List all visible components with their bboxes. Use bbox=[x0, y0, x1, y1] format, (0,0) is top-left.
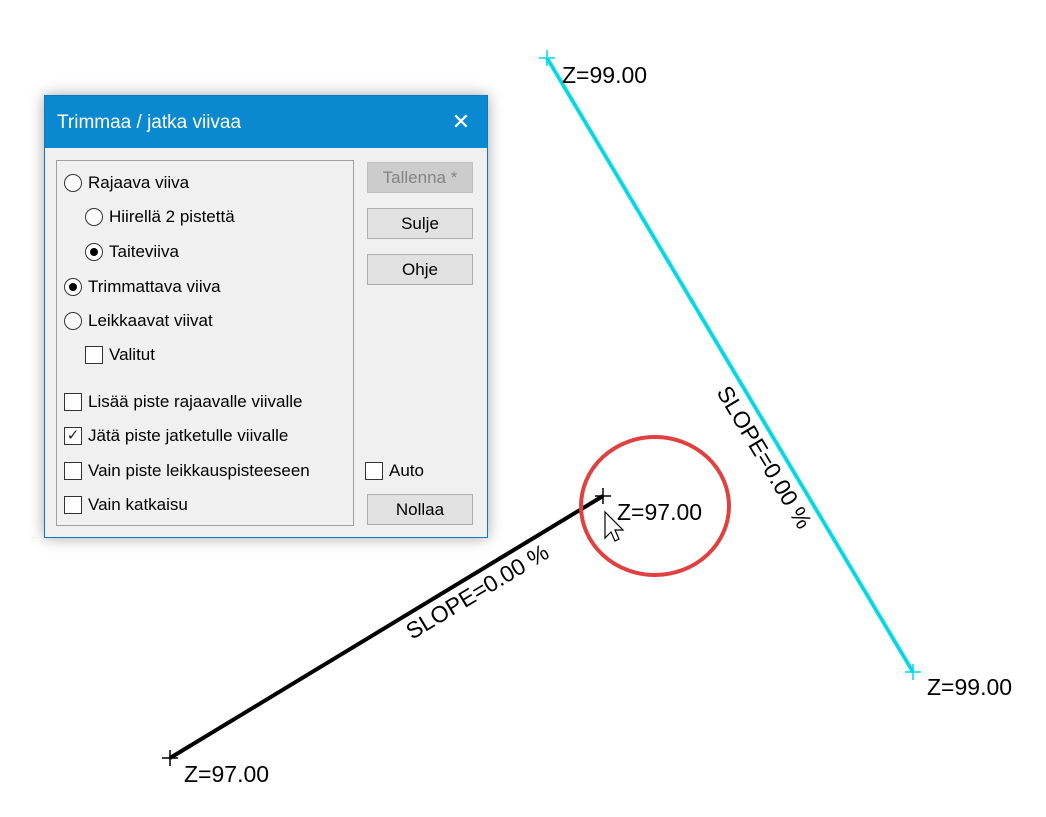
top-point-label: Z=99.00 bbox=[562, 62, 647, 88]
option-leikkaavat-viivat[interactable]: Leikkaavat viivat bbox=[64, 310, 213, 332]
checkmark-icon: ✓ bbox=[66, 427, 80, 444]
checkbox-lisaa-piste[interactable] bbox=[64, 393, 82, 411]
option-label: Vain piste leikkauspisteeseen bbox=[88, 461, 310, 480]
radio-rajaava-viiva[interactable] bbox=[64, 174, 82, 192]
option-label: Vain katkaisu bbox=[88, 495, 188, 514]
option-label: Auto bbox=[389, 461, 424, 480]
option-label: Hiirellä 2 pistettä bbox=[109, 207, 235, 226]
checkbox-jata-piste[interactable]: ✓ bbox=[64, 427, 82, 445]
dialog-title: Trimmaa / jatka viivaa bbox=[57, 112, 242, 133]
radio-trimmattava-viiva[interactable] bbox=[64, 278, 82, 296]
option-trimmattava-viiva[interactable]: Trimmattava viiva bbox=[64, 276, 221, 298]
option-jata-piste[interactable]: ✓ Jätä piste jatketulle viivalle bbox=[64, 425, 288, 447]
option-vain-piste[interactable]: Vain piste leikkauspisteeseen bbox=[64, 460, 310, 482]
start-point-label: Z=97.00 bbox=[184, 761, 269, 787]
option-vain-katkaisu[interactable]: Vain katkaisu bbox=[64, 494, 188, 516]
trim-extend-dialog: Trimmaa / jatka viivaa ✕ Rajaava viiva H… bbox=[44, 95, 488, 538]
option-valitut[interactable]: Valitut bbox=[85, 344, 155, 366]
selected-line-core bbox=[546, 57, 914, 673]
end-point-label: Z=97.00 bbox=[617, 499, 702, 525]
option-label: Taiteviiva bbox=[109, 242, 179, 261]
radio-hiirella-2-pistetta[interactable] bbox=[85, 208, 103, 226]
dialog-titlebar[interactable]: Trimmaa / jatka viivaa ✕ bbox=[45, 96, 487, 148]
checkbox-valitut[interactable] bbox=[85, 346, 103, 364]
checkbox-vain-katkaisu[interactable] bbox=[64, 496, 82, 514]
nollaa-button[interactable]: Nollaa bbox=[367, 494, 473, 525]
checkbox-vain-piste[interactable] bbox=[64, 462, 82, 480]
option-auto[interactable]: Auto bbox=[365, 460, 424, 482]
option-lisaa-piste[interactable]: Lisää piste rajaavalle viivalle bbox=[64, 391, 303, 413]
bottom-right-point-label: Z=99.00 bbox=[927, 674, 1012, 700]
option-taiteviiva[interactable]: Taiteviiva bbox=[85, 241, 179, 263]
option-label: Leikkaavat viivat bbox=[88, 311, 213, 330]
option-rajaava-viiva[interactable]: Rajaava viiva bbox=[64, 172, 189, 194]
radio-taiteviiva[interactable] bbox=[85, 243, 103, 261]
option-label: Jätä piste jatketulle viivalle bbox=[88, 426, 289, 445]
option-label: Trimmattava viiva bbox=[88, 277, 221, 296]
option-label: Rajaava viiva bbox=[88, 173, 190, 192]
tallenna-button[interactable]: Tallenna * bbox=[367, 162, 473, 193]
sulje-button[interactable]: Sulje bbox=[367, 208, 473, 239]
close-icon[interactable]: ✕ bbox=[445, 107, 477, 137]
option-label: Lisää piste rajaavalle viivalle bbox=[88, 392, 303, 411]
radio-leikkaavat-viivat[interactable] bbox=[64, 312, 82, 330]
option-hiirella-2-pistetta[interactable]: Hiirellä 2 pistettä bbox=[85, 206, 235, 228]
black-slope-label: SLOPE=0.00 % bbox=[401, 539, 553, 645]
option-label: Valitut bbox=[109, 345, 155, 364]
checkbox-auto[interactable] bbox=[365, 462, 383, 480]
ohje-button[interactable]: Ohje bbox=[367, 254, 473, 285]
